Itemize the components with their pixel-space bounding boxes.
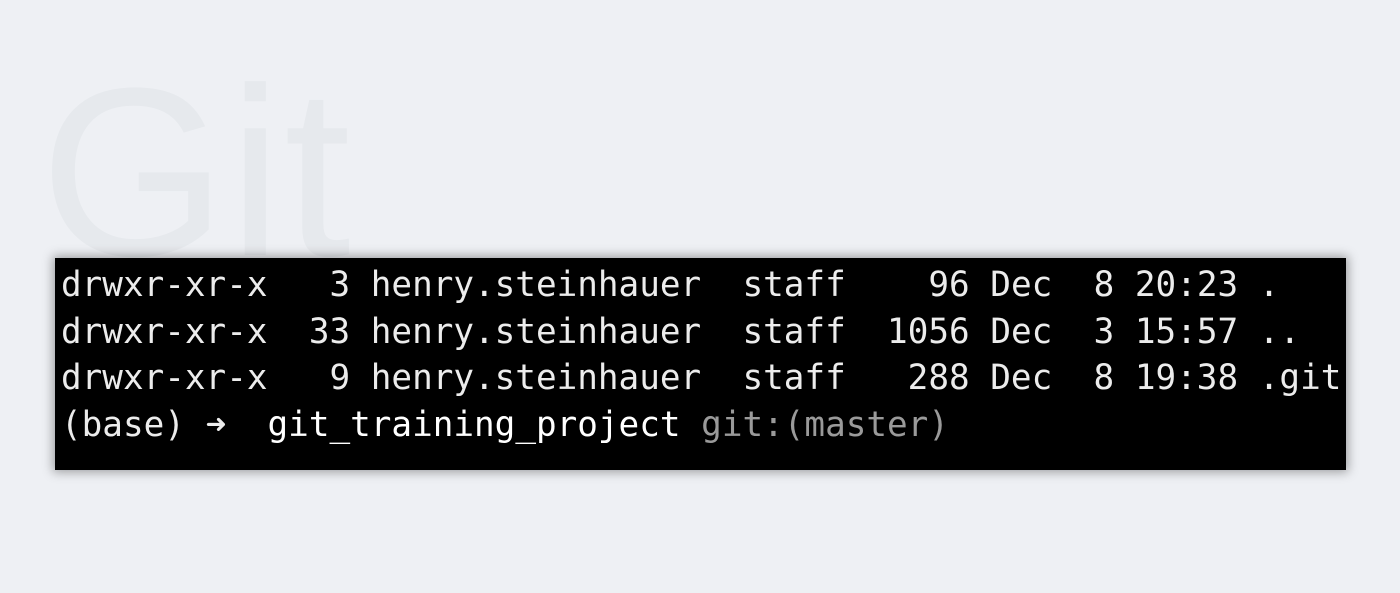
shell-prompt[interactable]: (base) ➜ git_training_project git:(maste… [61,402,1346,449]
month: Dec [990,311,1053,352]
size: 96 [928,265,970,305]
git-branch: git:(master) [701,404,949,445]
terminal-window[interactable]: drwxr-xr-x 3 henry.steinhauer staff 96 D… [55,258,1346,470]
file-name: .git [1258,358,1342,398]
git-watermark: Git [40,38,353,306]
group: staff [742,265,846,305]
size: 1056 [887,311,970,352]
permissions: drwxr-xr-x [61,358,268,398]
owner: henry.steinhauer [370,358,702,398]
link-count: 9 [329,358,351,398]
ls-entry-row: drwxr-xr-x 33 henry.steinhauer staff 105… [61,309,1346,356]
size: 288 [907,358,970,398]
current-directory: git_training_project [267,404,681,445]
prompt-arrow-icon: ➜ [205,404,227,445]
ls-entry-row: drwxr-xr-x 9 henry.steinhauer staff 288 … [61,355,1346,402]
month: Dec [990,265,1053,305]
conda-env: (base) [61,404,185,445]
group: staff [742,358,846,398]
owner: henry.steinhauer [370,265,702,305]
group: staff [742,311,846,352]
month: Dec [990,358,1053,398]
time: 15:57 [1134,311,1239,352]
day: 8 [1093,358,1115,398]
file-name: . [1258,265,1280,305]
owner: henry.steinhauer [370,311,702,352]
ls-entry-row: drwxr-xr-x 3 henry.steinhauer staff 96 D… [61,262,1346,309]
permissions: drwxr-xr-x [61,311,268,352]
file-name: .. [1258,311,1301,352]
permissions: drwxr-xr-x [61,265,268,305]
link-count: 33 [308,311,351,352]
time: 20:23 [1134,265,1239,305]
link-count: 3 [329,265,351,305]
time: 19:38 [1134,358,1239,398]
day: 8 [1093,265,1115,305]
day: 3 [1093,311,1115,352]
